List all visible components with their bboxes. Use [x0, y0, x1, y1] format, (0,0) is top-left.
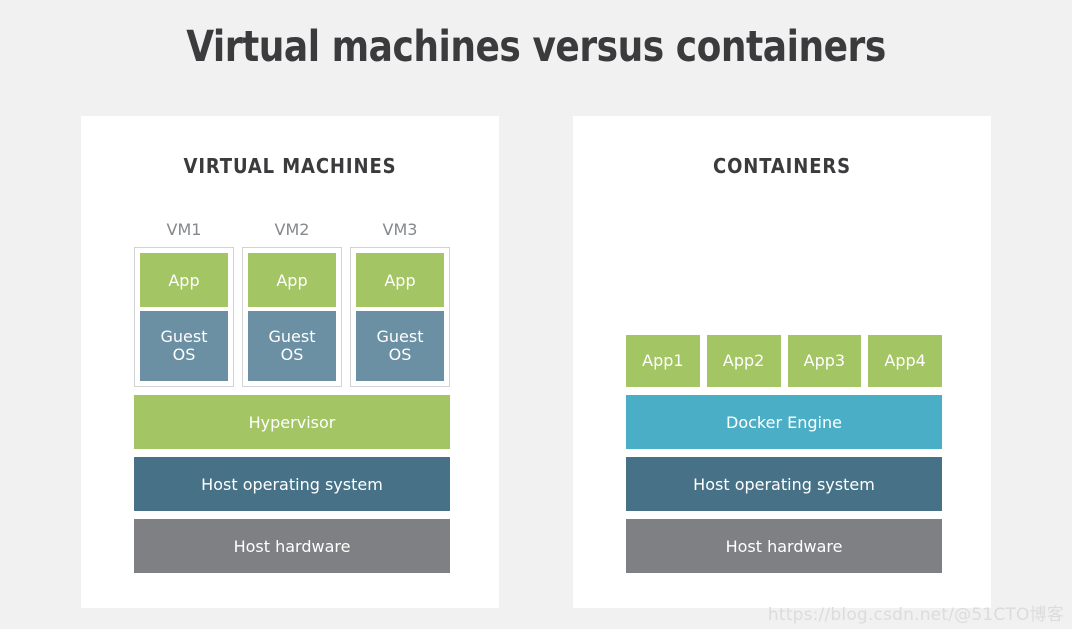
container-stack: App 1 App 2 App 3 App 4 Docker Engine Ho…	[626, 335, 942, 573]
container-app-4: App 4	[868, 335, 942, 387]
layer-host-operating-system-container: Host operating system	[626, 457, 942, 511]
panel-virtual-machines: VIRTUAL MACHINES VM1 App Guest OS VM2 App…	[81, 116, 499, 608]
container-app-1-number: 1	[673, 350, 684, 370]
container-app-4-number: 4	[915, 350, 926, 370]
layer-host-operating-system-vm: Host operating system	[134, 457, 450, 511]
vm-app-block-3: App	[356, 253, 444, 307]
container-app-1: App 1	[626, 335, 700, 387]
panel-containers: CONTAINERS App 1 App 2 App 3 App 4 Docke…	[573, 116, 991, 608]
container-app-2-label: App	[722, 350, 755, 370]
container-app-2-number: 2	[754, 350, 765, 370]
diagram-panels: VIRTUAL MACHINES VM1 App Guest OS VM2 App…	[0, 116, 1072, 608]
watermark: https://blog.csdn.net/@51CTO博客	[767, 605, 1064, 625]
container-app-3-number: 3	[834, 350, 846, 370]
vm-guest-os-block-2: Guest OS	[248, 311, 336, 381]
vm-box-1: App Guest OS	[134, 247, 234, 387]
vm-box-2: App Guest OS	[242, 247, 342, 387]
container-app-3: App 3	[787, 335, 862, 387]
layer-docker-engine: Docker Engine	[626, 395, 942, 449]
vm-guest-os-block-3: Guest OS	[356, 311, 444, 381]
layer-host-hardware-vm: Host hardware	[134, 519, 450, 573]
vm-stack: VM1 App Guest OS VM2 App Guest OS VM3 Ap…	[134, 220, 450, 573]
container-app-2: App 2	[706, 335, 781, 387]
layer-hypervisor: Hypervisor	[134, 395, 450, 449]
vm-column-2: VM2 App Guest OS	[242, 220, 342, 387]
vm-row: VM1 App Guest OS VM2 App Guest OS VM3 Ap…	[134, 220, 450, 387]
vm-app-block-1: App	[140, 253, 228, 307]
vm-box-3: App Guest OS	[350, 247, 450, 387]
vm-label-1: VM1	[166, 220, 202, 239]
page-title: Virtual machines versus containers	[186, 22, 886, 72]
panel-heading-virtual-machines: VIRTUAL MACHINES	[183, 154, 397, 178]
vm-column-3: VM3 App Guest OS	[350, 220, 450, 387]
container-app-1-label: App	[642, 350, 674, 370]
vm-guest-os-block-1: Guest OS	[140, 311, 228, 381]
container-app-4-label: App	[884, 350, 916, 370]
vm-column-1: VM1 App Guest OS	[134, 220, 234, 387]
vm-label-3: VM3	[382, 220, 418, 239]
container-apps-row: App 1 App 2 App 3 App 4	[626, 335, 942, 387]
vm-label-2: VM2	[274, 220, 310, 239]
vm-app-block-2: App	[248, 253, 336, 307]
layer-host-hardware-container: Host hardware	[626, 519, 942, 573]
container-app-3-label: App	[803, 350, 835, 370]
panel-heading-containers: CONTAINERS	[712, 154, 852, 178]
